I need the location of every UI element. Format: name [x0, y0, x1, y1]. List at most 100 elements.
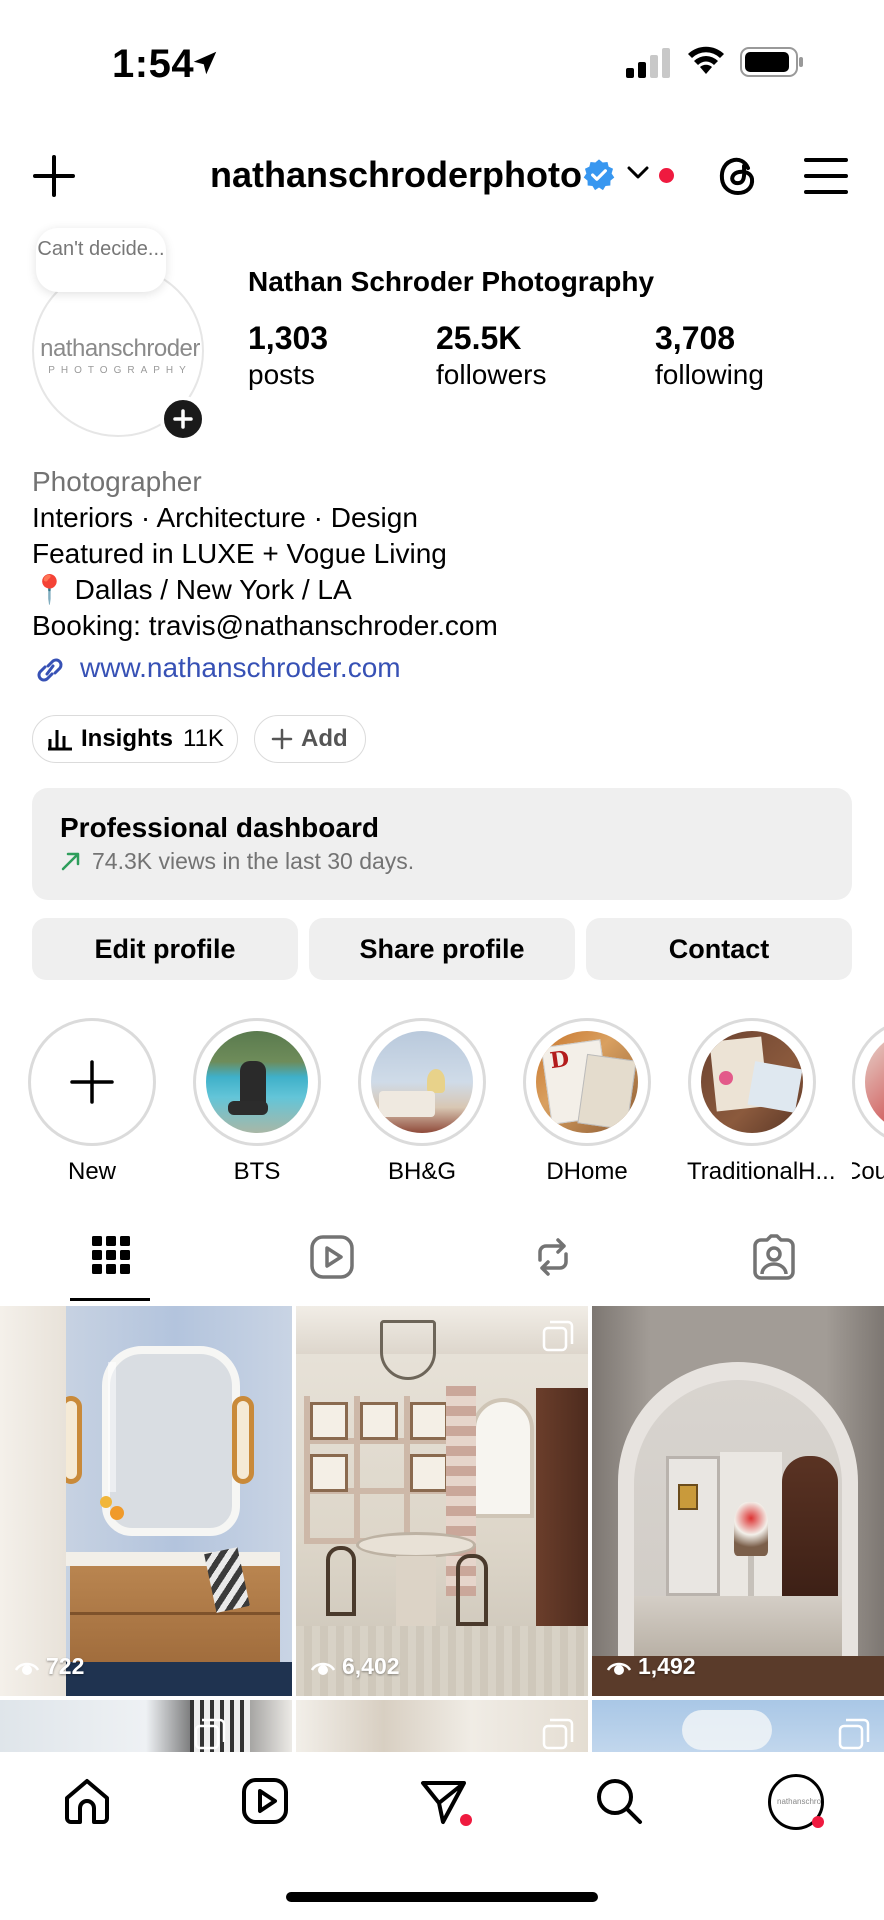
highlight-cover-image: [371, 1031, 473, 1133]
profile-username[interactable]: nathanschroderphoto: [210, 154, 582, 196]
plus-icon: [271, 728, 293, 750]
notification-dot: [659, 168, 674, 183]
highlight-dhome[interactable]: D DHome: [522, 1018, 652, 1186]
hamburger-menu-icon[interactable]: [804, 156, 848, 196]
messages-notification-dot: [460, 1814, 472, 1826]
highlight-cover-image: [701, 1031, 803, 1133]
account-switch-chevron-icon[interactable]: [626, 164, 650, 182]
add-label: Add: [301, 725, 348, 752]
bar-chart-icon: [48, 730, 72, 751]
highlight-traditionalhome[interactable]: TraditionalH...: [687, 1018, 836, 1186]
tab-grid[interactable]: [0, 1228, 221, 1304]
note-bubble[interactable]: Can't decide...: [36, 228, 166, 292]
stat-posts[interactable]: 1,303 posts: [248, 320, 328, 391]
stat-following-count: 3,708: [655, 320, 736, 356]
grid-icon: [91, 1236, 130, 1274]
highlight-cover-image: [206, 1031, 308, 1133]
profile-header: nathanschroderphoto: [0, 140, 884, 212]
post-views: 1,492: [606, 1653, 696, 1680]
profile-category: Photographer: [32, 466, 202, 497]
post-thumbnail[interactable]: 722: [0, 1306, 292, 1696]
reels-nav-icon[interactable]: [240, 1776, 290, 1826]
posts-grid: 722 6,402 1,492: [0, 1306, 884, 1754]
trend-up-icon: [61, 852, 80, 871]
post-views-count: 1,492: [638, 1653, 696, 1679]
post-thumbnail[interactable]: [592, 1700, 884, 1754]
insights-label: Insights: [81, 725, 174, 752]
highlight-label: TraditionalH...: [687, 1158, 836, 1185]
search-icon[interactable]: [594, 1776, 644, 1826]
tagged-icon: [752, 1234, 795, 1280]
add-pill[interactable]: Add: [254, 715, 366, 763]
insights-pill[interactable]: Insights 11K: [32, 715, 238, 763]
highlight-bhg[interactable]: BH&G: [357, 1018, 487, 1186]
stat-followers-label: followers: [436, 359, 547, 390]
stat-posts-count: 1,303: [248, 320, 329, 356]
content-tabs: [0, 1228, 884, 1304]
share-profile-button[interactable]: Share profile: [309, 918, 575, 980]
post-views-count: 722: [46, 1653, 85, 1679]
reels-icon: [309, 1235, 354, 1279]
website-url: www.nathanschroder.com: [80, 652, 401, 683]
new-highlight-plus-icon: [70, 1060, 114, 1104]
bio-line: Featured in LUXE + Vogue Living: [32, 538, 447, 569]
status-time: 1:54: [112, 42, 195, 86]
carousel-icon: [542, 1718, 574, 1750]
professional-dashboard[interactable]: Professional dashboard 74.3K views in th…: [32, 788, 852, 900]
home-icon[interactable]: [62, 1776, 112, 1826]
create-plus-icon[interactable]: [32, 154, 76, 198]
battery-icon: [740, 47, 803, 77]
profile-nav-logo: nathanschroder: [777, 1797, 822, 1806]
highlight-label: DHome: [546, 1158, 628, 1185]
verified-badge-icon: [583, 159, 615, 191]
highlight-cover-image: [865, 1031, 884, 1133]
profile-notification-dot: [812, 1816, 824, 1828]
bio-line: Interiors · Architecture · Design: [32, 502, 418, 533]
avatar-logo-text: nathanschroder: [40, 335, 200, 362]
profile-full-name: Nathan Schroder Photography: [248, 266, 655, 297]
stat-following-label: following: [655, 359, 764, 390]
profile-bio: Photographer Interiors · Architecture · …: [32, 464, 498, 644]
stat-posts-label: posts: [248, 359, 315, 390]
highlight-cover-image: D: [536, 1031, 638, 1133]
active-tab-indicator: [70, 1298, 150, 1301]
tab-tagged[interactable]: [663, 1228, 884, 1304]
location-arrow-icon: [193, 51, 217, 75]
views-eye-icon: [606, 1662, 632, 1675]
stat-following[interactable]: 3,708 following: [655, 320, 764, 391]
highlight-new[interactable]: New: [27, 1018, 157, 1186]
post-views: 6,402: [310, 1653, 400, 1680]
highlight-label: BH&G: [387, 1158, 456, 1185]
threads-icon[interactable]: [714, 152, 762, 200]
dashboard-title: Professional dashboard: [60, 812, 379, 843]
add-story-button[interactable]: [160, 396, 206, 442]
post-views-count: 6,402: [342, 1653, 400, 1679]
highlight-cou[interactable]: Cou: [852, 1018, 884, 1186]
carousel-icon: [542, 1320, 574, 1352]
wifi-icon: [688, 46, 724, 74]
tab-reposts[interactable]: [442, 1228, 663, 1304]
highlight-label: New: [67, 1158, 116, 1185]
post-thumbnail[interactable]: [296, 1700, 588, 1754]
post-thumbnail[interactable]: 6,402: [296, 1306, 588, 1696]
post-thumbnail[interactable]: [0, 1700, 292, 1754]
cellular-signal-icon: [626, 48, 670, 78]
stat-followers[interactable]: 25.5K followers: [436, 320, 546, 391]
highlight-label: Cou: [852, 1158, 884, 1185]
post-thumbnail[interactable]: 1,492: [592, 1306, 884, 1696]
highlight-bts[interactable]: BTS: [192, 1018, 322, 1186]
edit-profile-button[interactable]: Edit profile: [32, 918, 298, 980]
contact-button[interactable]: Contact: [586, 918, 852, 980]
avatar-logo-subtext: PHOTOGRAPHY: [48, 365, 192, 376]
views-eye-icon: [310, 1662, 336, 1675]
link-icon: [37, 658, 63, 682]
insights-count: 11K: [183, 725, 224, 752]
reposts-icon: [537, 1238, 568, 1276]
carousel-icon: [838, 1718, 870, 1750]
stat-followers-count: 25.5K: [436, 320, 522, 356]
tab-reels[interactable]: [221, 1228, 442, 1304]
views-eye-icon: [14, 1662, 40, 1675]
dashboard-subtitle: 74.3K views in the last 30 days.: [92, 848, 415, 874]
status-bar: 1:54: [0, 0, 884, 130]
bio-line: 📍 Dallas / New York / LA: [32, 574, 352, 605]
